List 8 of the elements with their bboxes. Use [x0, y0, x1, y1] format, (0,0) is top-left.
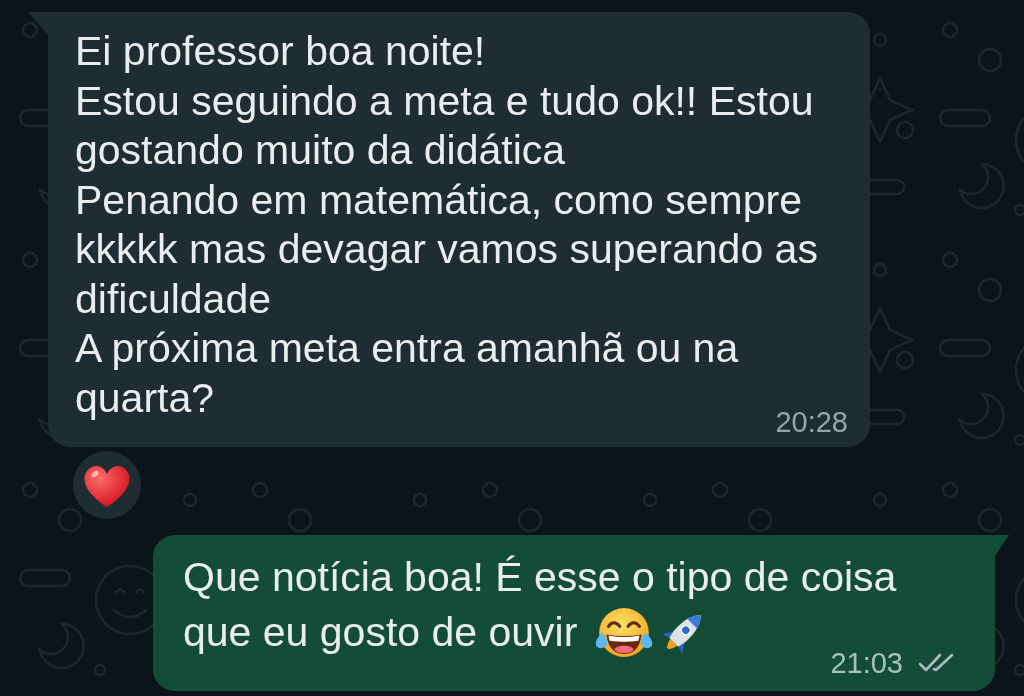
message-time: 20:28: [775, 405, 848, 439]
message-text: A próxima meta entra amanhã ou na quarta?: [75, 324, 740, 423]
message-text: Ei professor boa noite!: [75, 27, 486, 76]
message-time: 21:03: [830, 645, 903, 680]
message-text: Que notícia boa! É esse o tipo de coisa: [183, 553, 897, 602]
message-text: que eu gosto de ouvir: [183, 607, 578, 657]
message-text: Penando em matemática, como sempre kkkkk mas devagar vamos superando as dificuldade: [75, 175, 819, 324]
message-text: Estou seguindo a meta e tudo ok!! Estou gostando muito da didática: [75, 76, 815, 175]
